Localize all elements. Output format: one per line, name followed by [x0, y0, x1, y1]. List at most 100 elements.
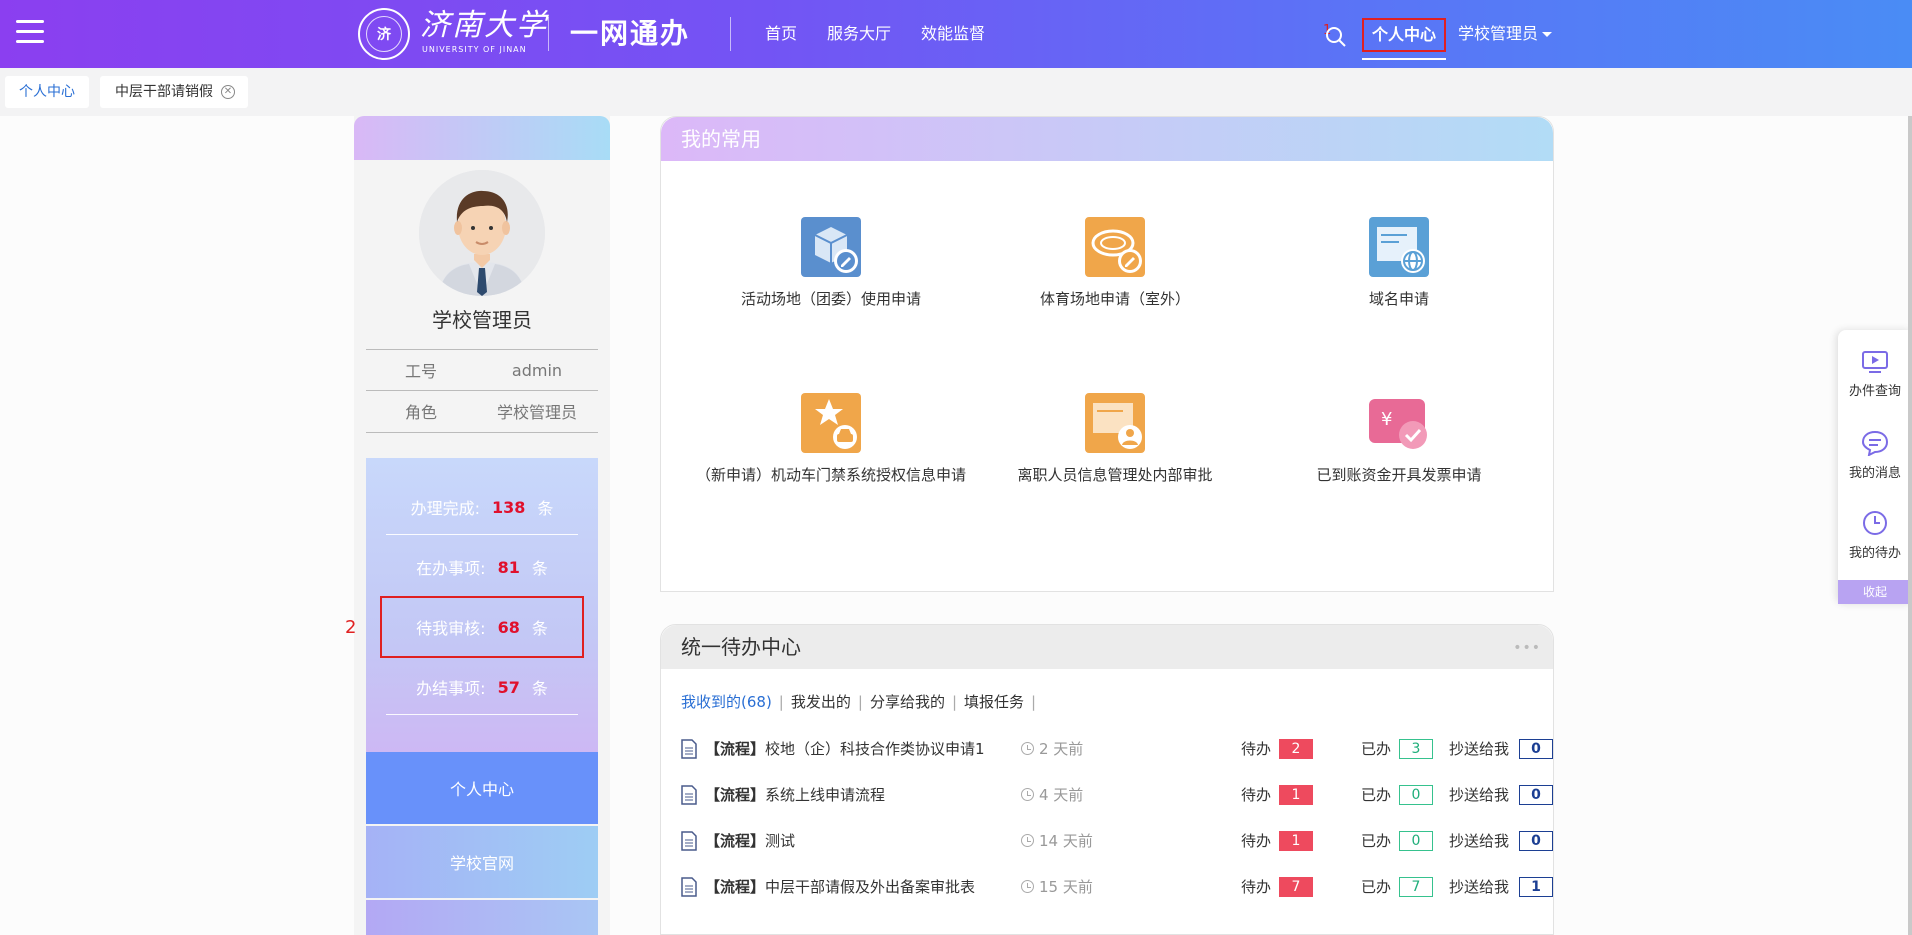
done-label: 已办 [1361, 832, 1392, 850]
user-menu-dropdown[interactable]: 学校管理员 [1458, 24, 1553, 44]
todo-item-name: 中层干部请假及外出备案审批表 [765, 878, 976, 896]
sports-field-icon [1083, 215, 1147, 279]
app-vehicle-access[interactable]: （新申请）机动车门禁系统授权信息申请 [689, 391, 973, 485]
top-header: 济 济南大学 UNIVERSITY OF JINAN 一网通办 首页 服务大厅 … [0, 0, 1912, 68]
collapse-button[interactable]: 收起 [1838, 580, 1912, 604]
right-quick-bar: 办件查询 我的消息 我的待办 收起 [1838, 330, 1912, 604]
document-icon [681, 877, 697, 897]
stat-in-progress[interactable]: 在办事项: 81 条 [386, 542, 578, 592]
app-invoice-request[interactable]: ¥ 已到账资金开具发票申请 [1257, 391, 1541, 485]
document-icon [681, 831, 697, 851]
caret-down-icon [1542, 32, 1553, 37]
nav-service-hall[interactable]: 服务大厅 [827, 24, 891, 44]
todo-tab-received[interactable]: 我收到的(68) [681, 693, 772, 711]
todo-item-time: 15 天前 [1021, 876, 1093, 897]
todo-tabs: 我收到的(68) | 我发出的 | 分享给我的 | 填报任务 | [681, 691, 1043, 712]
quick-item-label: 我的消息 [1848, 466, 1901, 481]
todo-item-title[interactable]: 【流程】测试 [705, 830, 795, 851]
app-domain-application[interactable]: 域名申请 [1257, 215, 1541, 309]
portal-title: 一网通办 [570, 17, 691, 50]
todo-center-title: 统一待办中心 [681, 635, 801, 659]
university-name-logo: 济南大学 [420, 8, 548, 43]
active-nav-underline [1362, 58, 1446, 60]
stat-label: 在办事项: [416, 559, 486, 578]
quick-item-label: 办件查询 [1848, 384, 1901, 399]
time-text: 2 天前 [1039, 740, 1084, 758]
table-row: 【流程】中层干部请假及外出备案审批表 15 天前 待办 7 已办 7 抄送给我 … [681, 874, 1553, 900]
done-label: 已办 [1361, 878, 1392, 896]
nav-efficiency-supervision[interactable]: 效能监督 [921, 24, 985, 44]
side-button-personal-center[interactable]: 个人中心 [366, 752, 598, 824]
cc-count-badge[interactable]: 0 [1519, 785, 1553, 805]
quick-item-todo[interactable]: 我的待办 [1838, 510, 1912, 561]
divider [386, 534, 578, 535]
table-row: 【流程】系统上线申请流程 4 天前 待办 1 已办 0 抄送给我 0 [681, 782, 1553, 808]
table-row: 【流程】测试 14 天前 待办 1 已办 0 抄送给我 0 [681, 828, 1553, 854]
stat-label: 办理完成: [410, 499, 480, 518]
done-count-badge[interactable]: 7 [1399, 877, 1433, 897]
todo-item-tag: 【流程】 [705, 832, 766, 850]
done-label: 已办 [1361, 740, 1392, 758]
app-label: （新申请）机动车门禁系统授权信息申请 [695, 466, 966, 484]
cc-count-badge[interactable]: 1 [1519, 877, 1553, 897]
pending-count-badge[interactable]: 1 [1279, 831, 1313, 851]
app-label: 活动场地（团委）使用申请 [740, 290, 921, 308]
quick-item-label: 我的待办 [1848, 546, 1901, 561]
tab-personal-center[interactable]: 个人中心 [5, 76, 89, 108]
pending-count-badge[interactable]: 7 [1279, 877, 1313, 897]
app-sports-field[interactable]: 体育场地申请（室外） [973, 215, 1257, 309]
pending-label: 待办 [1241, 832, 1272, 850]
venue-edit-icon [799, 215, 863, 279]
todo-item-title[interactable]: 【流程】中层干部请假及外出备案审批表 [705, 876, 975, 897]
todo-item-time: 4 天前 [1021, 784, 1083, 805]
domain-globe-icon [1367, 215, 1431, 279]
more-options-icon[interactable]: ••• [1513, 641, 1541, 655]
close-tab-icon[interactable]: ✕ [221, 85, 235, 99]
clock-icon [1021, 834, 1034, 847]
header-divider [548, 17, 549, 51]
todo-item-name: 系统上线申请流程 [765, 786, 886, 804]
stat-label: 办结事项: [416, 679, 486, 698]
chat-bubble-icon [1861, 430, 1889, 456]
cc-count-badge[interactable]: 0 [1519, 739, 1553, 759]
stat-completed[interactable]: 办理完成: 138 条 [386, 482, 578, 532]
pending-label: 待办 [1241, 740, 1272, 758]
app-venue-application[interactable]: 活动场地（团委）使用申请 [689, 215, 973, 309]
todo-center-panel: 统一待办中心 ••• 我收到的(68) | 我发出的 | 分享给我的 | 填报任务 | 【流程… [660, 624, 1554, 935]
svg-text:¥: ¥ [1381, 409, 1392, 430]
document-icon [681, 785, 697, 805]
nav-home[interactable]: 首页 [765, 24, 797, 44]
page-scrollbar[interactable] [1908, 116, 1912, 935]
todo-tab-sent[interactable]: 我发出的 [791, 693, 851, 711]
profile-panel-header [354, 116, 610, 160]
todo-center-header: 统一待办中心 ••• [661, 625, 1553, 669]
tab-cadre-leave[interactable]: 中层干部请销假 ✕ [100, 76, 248, 108]
app-resignation-approval[interactable]: 离职人员信息管理处内部审批 [973, 391, 1257, 485]
done-count-badge[interactable]: 0 [1399, 831, 1433, 851]
cc-count-badge[interactable]: 0 [1519, 831, 1553, 851]
profile-name: 学校管理员 [432, 308, 532, 332]
todo-tab-fill-tasks[interactable]: 填报任务 [964, 693, 1024, 711]
search-icon[interactable] [1324, 25, 1348, 49]
university-english-name: UNIVERSITY OF JINAN [422, 45, 527, 54]
stat-concluded[interactable]: 办结事项: 57 条 [386, 662, 578, 712]
quick-item-case-query[interactable]: 办件查询 [1838, 350, 1912, 399]
info-row-role: 角色 学校管理员 [366, 391, 598, 431]
pending-count-badge[interactable]: 2 [1279, 739, 1313, 759]
pending-label: 待办 [1241, 786, 1272, 804]
done-count-badge[interactable]: 0 [1399, 785, 1433, 805]
done-count-badge[interactable]: 3 [1399, 739, 1433, 759]
video-screen-icon [1862, 351, 1888, 373]
todo-item-title[interactable]: 【流程】校地（企）科技合作类协议申请1 [705, 738, 985, 759]
pending-count-badge[interactable]: 1 [1279, 785, 1313, 805]
clock-icon [1021, 880, 1034, 893]
side-button-more[interactable] [366, 900, 598, 935]
todo-tab-shared[interactable]: 分享给我的 [870, 693, 945, 711]
profile-panel: 学校管理员 工号 admin 角色 学校管理员 2 办理完成: 138 条 在办事项… [345, 116, 610, 935]
car-access-icon [799, 391, 863, 455]
todo-item-title[interactable]: 【流程】系统上线申请流程 [705, 784, 885, 805]
side-button-school-website[interactable]: 学校官网 [366, 826, 598, 898]
personal-center-button[interactable]: 个人中心 [1362, 18, 1446, 52]
quick-item-messages[interactable]: 我的消息 [1838, 430, 1912, 481]
menu-icon[interactable] [16, 20, 44, 44]
